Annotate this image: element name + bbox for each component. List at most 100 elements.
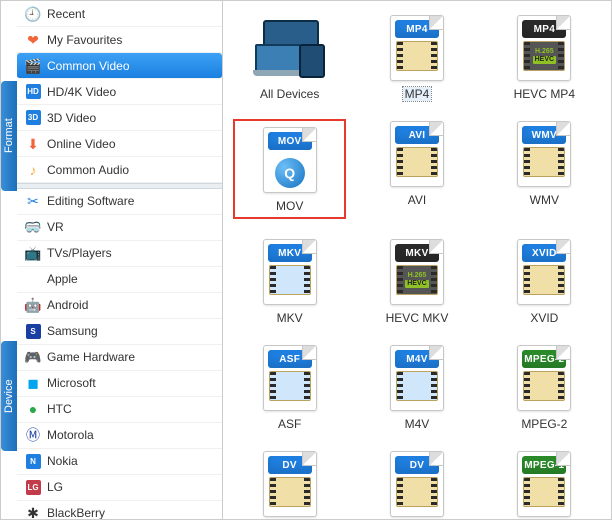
device-item[interactable]: ●HTC xyxy=(17,397,222,423)
format-cell[interactable]: All Devices xyxy=(233,13,346,101)
vertical-tab-format[interactable]: Format xyxy=(1,81,17,191)
format-item-label: 3D Video xyxy=(47,111,214,125)
format-item-label: Online Video xyxy=(47,137,214,151)
device-item[interactable]: ◼ Microsoft xyxy=(17,371,222,397)
format-item[interactable]: HD HD/4K Video xyxy=(17,79,222,105)
file-icon: XVID xyxy=(517,239,571,305)
format-item-label: My Favourites xyxy=(47,33,214,47)
file-icon: MPEG-1 xyxy=(517,451,571,517)
format-cell-label: WMV xyxy=(530,193,559,207)
format-thumbnail: MP4H.265HEVC xyxy=(509,13,579,83)
game-icon: 🎮 xyxy=(25,349,41,365)
music-icon: ♪ xyxy=(25,162,41,178)
device-item-label: Samsung xyxy=(47,324,214,338)
format-cell[interactable]: MKVH.265HEVCHEVC MKV xyxy=(360,237,473,325)
microsoft-icon: ◼ xyxy=(25,375,41,391)
device-item[interactable]: ✱ BlackBerry xyxy=(17,501,222,519)
format-thumbnail: AVI xyxy=(382,119,452,189)
samsung-icon: S xyxy=(25,323,41,339)
scissors-icon: ✂ xyxy=(25,193,41,209)
blackberry-icon: ✱ xyxy=(25,505,41,519)
format-thumbnail: MKVH.265HEVC xyxy=(382,237,452,307)
format-cell[interactable]: AVIAVI xyxy=(360,119,473,219)
format-cell[interactable]: WMVWMV xyxy=(488,119,601,219)
format-item-label: Recent xyxy=(47,7,214,21)
device-item[interactable]: 📺TVs/Players xyxy=(17,241,222,267)
file-icon: ASF xyxy=(263,345,317,411)
film-strip-icon xyxy=(269,371,311,401)
device-item-label: Microsoft xyxy=(47,376,214,390)
format-cell[interactable]: XVID XVID xyxy=(488,237,601,325)
format-cell-label: MOV xyxy=(276,199,303,213)
device-item[interactable]: LGLG xyxy=(17,475,222,501)
format-category-pane: 🕘 Recent ❤ My Favourites 🎬Common Video HD HD/4… xyxy=(1,1,222,183)
format-item[interactable]: ⬇Online Video xyxy=(17,131,222,157)
film-strip-icon xyxy=(523,265,565,295)
device-category-list: ✂Editing Software🥽VR📺TVs/PlayersApple🤖An… xyxy=(1,189,222,519)
device-item[interactable]: 🎮Game Hardware xyxy=(17,345,222,371)
device-item[interactable]: ⓂMotorola xyxy=(17,423,222,449)
format-cell-label: MPEG-2 xyxy=(521,417,567,431)
film-strip-icon xyxy=(396,41,438,71)
device-item[interactable]: Apple xyxy=(17,267,222,293)
format-item-label: Common Audio xyxy=(47,163,214,177)
format-item[interactable]: ❤ My Favourites xyxy=(17,27,222,53)
nokia-icon: N xyxy=(25,453,41,469)
format-cell[interactable]: MP4H.265HEVC HEVC MP4 xyxy=(488,13,601,101)
file-icon: MPEG-2 xyxy=(517,345,571,411)
device-item[interactable]: 🤖Android xyxy=(17,293,222,319)
format-cell[interactable]: ASFASF xyxy=(233,343,346,431)
format-cell-label: XVID xyxy=(530,311,558,325)
file-icon: MP4 xyxy=(390,15,444,81)
device-item-label: BlackBerry xyxy=(47,506,214,519)
device-category-pane[interactable]: ✂Editing Software🥽VR📺TVs/PlayersApple🤖An… xyxy=(1,189,222,519)
format-item[interactable]: 3D 3D Video xyxy=(17,105,222,131)
format-cell[interactable]: MP4MP4 xyxy=(360,13,473,101)
device-item[interactable]: N Nokia xyxy=(17,449,222,475)
format-cell[interactable]: MOV MOV xyxy=(233,119,346,219)
file-icon: MKV xyxy=(263,239,317,305)
device-item-label: VR xyxy=(47,220,214,234)
file-icon: M4V xyxy=(390,345,444,411)
main-pane[interactable]: All Devices MP4MP4 MP4H.265HEVC HEVC MP4 MOV… xyxy=(223,1,611,519)
three-d-icon: 3D xyxy=(25,110,41,126)
format-cell[interactable]: MPEG-2 MPEG-2 xyxy=(488,343,601,431)
hd-icon: HD xyxy=(25,84,41,100)
format-cell-label: HEVC MP4 xyxy=(514,87,575,101)
format-cell[interactable]: MKVMKV xyxy=(233,237,346,325)
all-devices-icon xyxy=(255,18,325,78)
format-cell[interactable]: DVDV-NTSC xyxy=(233,449,346,519)
film-strip-icon xyxy=(269,265,311,295)
device-item[interactable]: S Samsung xyxy=(17,319,222,345)
format-cell[interactable]: MPEG-1MPEG-1 xyxy=(488,449,601,519)
format-thumbnail: MKV xyxy=(255,237,325,307)
format-grid: All Devices MP4MP4 MP4H.265HEVC HEVC MP4 MOV… xyxy=(223,1,611,519)
device-item[interactable]: ✂Editing Software xyxy=(17,189,222,215)
format-cell-label: M4V xyxy=(405,417,430,431)
recent-icon: 🕘 xyxy=(25,6,41,22)
vertical-tab-device-label: Device xyxy=(3,379,15,413)
device-item-label: TVs/Players xyxy=(47,246,214,260)
film-strip-icon xyxy=(396,477,438,507)
sidebar: 🕘 Recent ❤ My Favourites 🎬Common Video HD HD/4… xyxy=(1,1,223,519)
format-thumbnail: XVID xyxy=(509,237,579,307)
file-icon: MP4H.265HEVC xyxy=(517,15,571,81)
film-strip-icon xyxy=(523,147,565,177)
motorola-icon: Ⓜ xyxy=(25,427,41,443)
film-strip-icon xyxy=(396,147,438,177)
device-item-label: HTC xyxy=(47,402,214,416)
file-icon: MOV xyxy=(263,127,317,193)
format-cell-label: All Devices xyxy=(260,87,319,101)
heart-icon: ❤ xyxy=(25,32,41,48)
device-item-label: Nokia xyxy=(47,454,214,468)
format-cell[interactable]: M4VM4V xyxy=(360,343,473,431)
format-thumbnail xyxy=(255,13,325,83)
format-item-label: HD/4K Video xyxy=(47,85,214,99)
device-item[interactable]: 🥽VR xyxy=(17,215,222,241)
format-item[interactable]: 🎬Common Video xyxy=(17,53,222,79)
format-item[interactable]: ♪ Common Audio xyxy=(17,157,222,183)
vertical-tab-device[interactable]: Device xyxy=(1,341,17,451)
format-item[interactable]: 🕘 Recent xyxy=(17,1,222,27)
format-cell[interactable]: DVDV-PAL xyxy=(360,449,473,519)
film-strip-icon xyxy=(396,371,438,401)
